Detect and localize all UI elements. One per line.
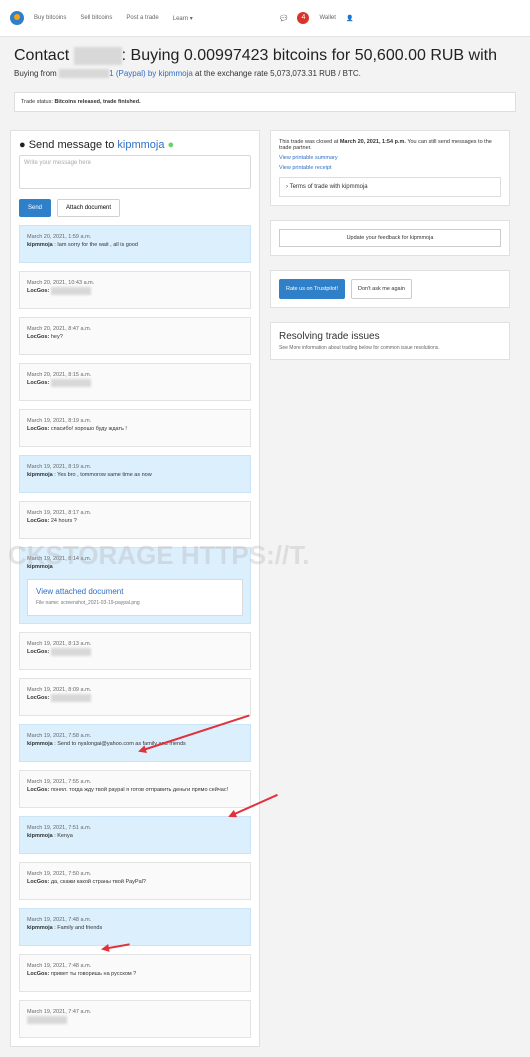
chat-message: March 19, 2021, 7:58 a.m. kipmmoja : Send… — [19, 724, 251, 762]
message-body: LocGos: 24 hours ? — [27, 518, 77, 524]
chat-message: March 19, 2021, 7:55 a.m. LocGos: понял. … — [19, 770, 251, 808]
dont-ask-button[interactable]: Don't ask me again — [350, 279, 412, 299]
message-body: LocGos: hidden message — [27, 287, 243, 295]
attachment-file: File name: screenshot_2021-03-19-paypal.… — [36, 600, 140, 606]
chat-message: March 19, 2021, 8:17 a.m. LocGos: 24 hour… — [19, 501, 251, 539]
chat-message: March 19, 2021, 7:48 a.m. LocGos: привет … — [19, 954, 251, 992]
message-time: March 20, 2021, 10:43 a.m. — [27, 280, 95, 286]
message-body: LocGos: да, скажи какой страны твой PayP… — [27, 879, 146, 885]
message-body: LocGos: hidden message — [27, 648, 243, 656]
chat-message: March 19, 2021, 8:19 a.m. LocGos: спасибо… — [19, 409, 251, 447]
message-body: kipmmoja : Iam sorry for the wait , all … — [27, 242, 138, 248]
user-icon[interactable]: 👤 — [346, 15, 353, 22]
chat-message: March 19, 2021, 7:51 a.m. kipmmoja : Keny… — [19, 816, 251, 854]
attachment-box: View attached document File name: screen… — [27, 579, 243, 616]
issues-card: Resolving trade issues See More informat… — [270, 322, 510, 360]
closed-card: This trade was closed at March 20, 2021,… — [270, 130, 510, 206]
nav-learn[interactable]: Learn ▾ — [173, 15, 193, 22]
issues-title: Resolving trade issues — [279, 331, 380, 342]
printable-receipt[interactable]: View printable receipt — [279, 165, 501, 171]
chat-message: March 20, 2021, 8:47 a.m. LocGos: hey? — [19, 317, 251, 355]
message-time: March 19, 2021, 7:48 a.m. — [27, 917, 92, 923]
message-body: LocGos: спасибо! хорошо буду ждать ! — [27, 426, 127, 432]
message-body: LocGos: привет ты говоришь на русском ? — [27, 971, 137, 977]
chat-message: March 19, 2021, 7:47 a.m.hidden message — [19, 1000, 251, 1038]
chat-message: March 20, 2021, 10:43 a.m.LocGos: hidden… — [19, 271, 251, 309]
message-body: LocGos: hidden message — [27, 694, 243, 702]
chat-message: March 19, 2021, 8:13 a.m.LocGos: hidden … — [19, 632, 251, 670]
trustpilot-card: Rate us on Trustpilot! Don't ask me agai… — [270, 270, 510, 308]
nav-right: 💬 4 Wallet 👤 — [280, 12, 520, 24]
message-time: March 19, 2021, 7:48 a.m. — [27, 963, 92, 969]
message-input[interactable]: Write your message here — [19, 155, 251, 189]
chat-message: March 19, 2021, 8:19 a.m. kipmmoja : Yes … — [19, 455, 251, 493]
trade-sidebar: This trade was closed at March 20, 2021,… — [270, 130, 510, 1047]
message-body: kipmmoja : Kenya — [27, 833, 73, 839]
message-time: March 20, 2021, 8:15 a.m. — [27, 372, 92, 378]
trade-status: Trade status: Bitcoins released, trade f… — [14, 92, 516, 112]
user-link[interactable]: kipmmoja — [159, 69, 193, 78]
message-body: hidden message — [27, 1016, 243, 1024]
chat-icon[interactable]: 💬 — [280, 15, 287, 22]
watermark-text: CKSTORAGE HTTPS://T. — [8, 540, 310, 570]
message-body: kipmmoja : Family and friends — [27, 925, 103, 931]
chat-message: March 20, 2021, 1:59 a.m. kipmmoja : Iam … — [19, 225, 251, 263]
message-body: kipmmoja : Send to nyalongai@yahoo.com a… — [27, 741, 186, 747]
nav-sell[interactable]: Sell bitcoins — [80, 15, 112, 21]
message-time: March 19, 2021, 7:51 a.m. — [27, 825, 92, 831]
send-button[interactable]: Send — [19, 199, 52, 217]
message-body: LocGos: hidden message — [27, 379, 243, 387]
printable-summary[interactable]: View printable summary — [279, 155, 501, 161]
trade-subtitle: Buying from advertisement1 (Paypal) by k… — [14, 69, 361, 78]
message-time: March 19, 2021, 7:47 a.m. — [27, 1009, 92, 1015]
message-panel: ● Send message to kipmmoja ● Write your … — [10, 130, 260, 1047]
send-title: ● Send message to kipmmoja ● — [19, 139, 175, 151]
chat-message: March 20, 2021, 8:15 a.m.LocGos: hidden … — [19, 363, 251, 401]
message-icon: ● — [19, 139, 26, 151]
chat-message: March 19, 2021, 8:09 a.m.LocGos: hidden … — [19, 678, 251, 716]
message-time: March 19, 2021, 8:17 a.m. — [27, 510, 92, 516]
message-time: March 19, 2021, 7:58 a.m. — [27, 733, 92, 739]
message-body: LocGos: hey? — [27, 334, 63, 340]
terms-toggle[interactable]: › Terms of trade with kipmmoja — [279, 177, 501, 197]
trade-header: Contact hidden: Buying 0.00997423 bitcoi… — [0, 37, 530, 86]
message-time: March 20, 2021, 8:47 a.m. — [27, 326, 92, 332]
trader-link[interactable]: advertisement1 (Paypal) by — [58, 69, 156, 78]
wallet-link[interactable]: Wallet — [319, 15, 335, 21]
message-time: March 19, 2021, 8:09 a.m. — [27, 687, 92, 693]
message-time: March 19, 2021, 7:50 a.m. — [27, 871, 92, 877]
chevron-right-icon: › — [286, 184, 288, 190]
message-time: March 19, 2021, 8:13 a.m. — [27, 641, 92, 647]
trustpilot-button[interactable]: Rate us on Trustpilot! — [279, 279, 345, 299]
message-column: ● Send message to kipmmoja ● Write your … — [10, 130, 260, 1047]
attachment-link[interactable]: View attached document — [36, 588, 234, 596]
nav-buy[interactable]: Buy bitcoins — [34, 15, 66, 21]
message-body: LocGos: понял. тогда жду твой paypal я г… — [27, 787, 229, 793]
message-time: March 19, 2021, 8:19 a.m. — [27, 418, 92, 424]
bitcoin-logo[interactable] — [10, 11, 24, 25]
feedback-card: Update your feedback for kipmmoja — [270, 220, 510, 256]
feedback-button[interactable]: Update your feedback for kipmmoja — [279, 229, 501, 247]
message-body: kipmmoja : Yes bro , tommorow same time … — [27, 472, 152, 478]
top-navigation: Buy bitcoins Sell bitcoins Post a trade … — [0, 0, 530, 37]
chat-message: March 19, 2021, 7:50 a.m. LocGos: да, ска… — [19, 862, 251, 900]
page-title: Contact hidden: Buying 0.00997423 bitcoi… — [14, 47, 497, 65]
main-layout: ● Send message to kipmmoja ● Write your … — [0, 112, 530, 1047]
message-time: March 19, 2021, 8:19 a.m. — [27, 464, 92, 470]
notification-badge[interactable]: 4 — [297, 12, 310, 24]
chat-message: March 19, 2021, 7:48 a.m. kipmmoja : Fami… — [19, 908, 251, 946]
nav-post[interactable]: Post a trade — [126, 15, 158, 21]
attach-button[interactable]: Attach document — [57, 199, 121, 217]
message-time: March 20, 2021, 1:59 a.m. — [27, 234, 92, 240]
message-time: March 19, 2021, 7:55 a.m. — [27, 779, 92, 785]
issues-subtitle: See More information about trading below… — [279, 345, 440, 351]
